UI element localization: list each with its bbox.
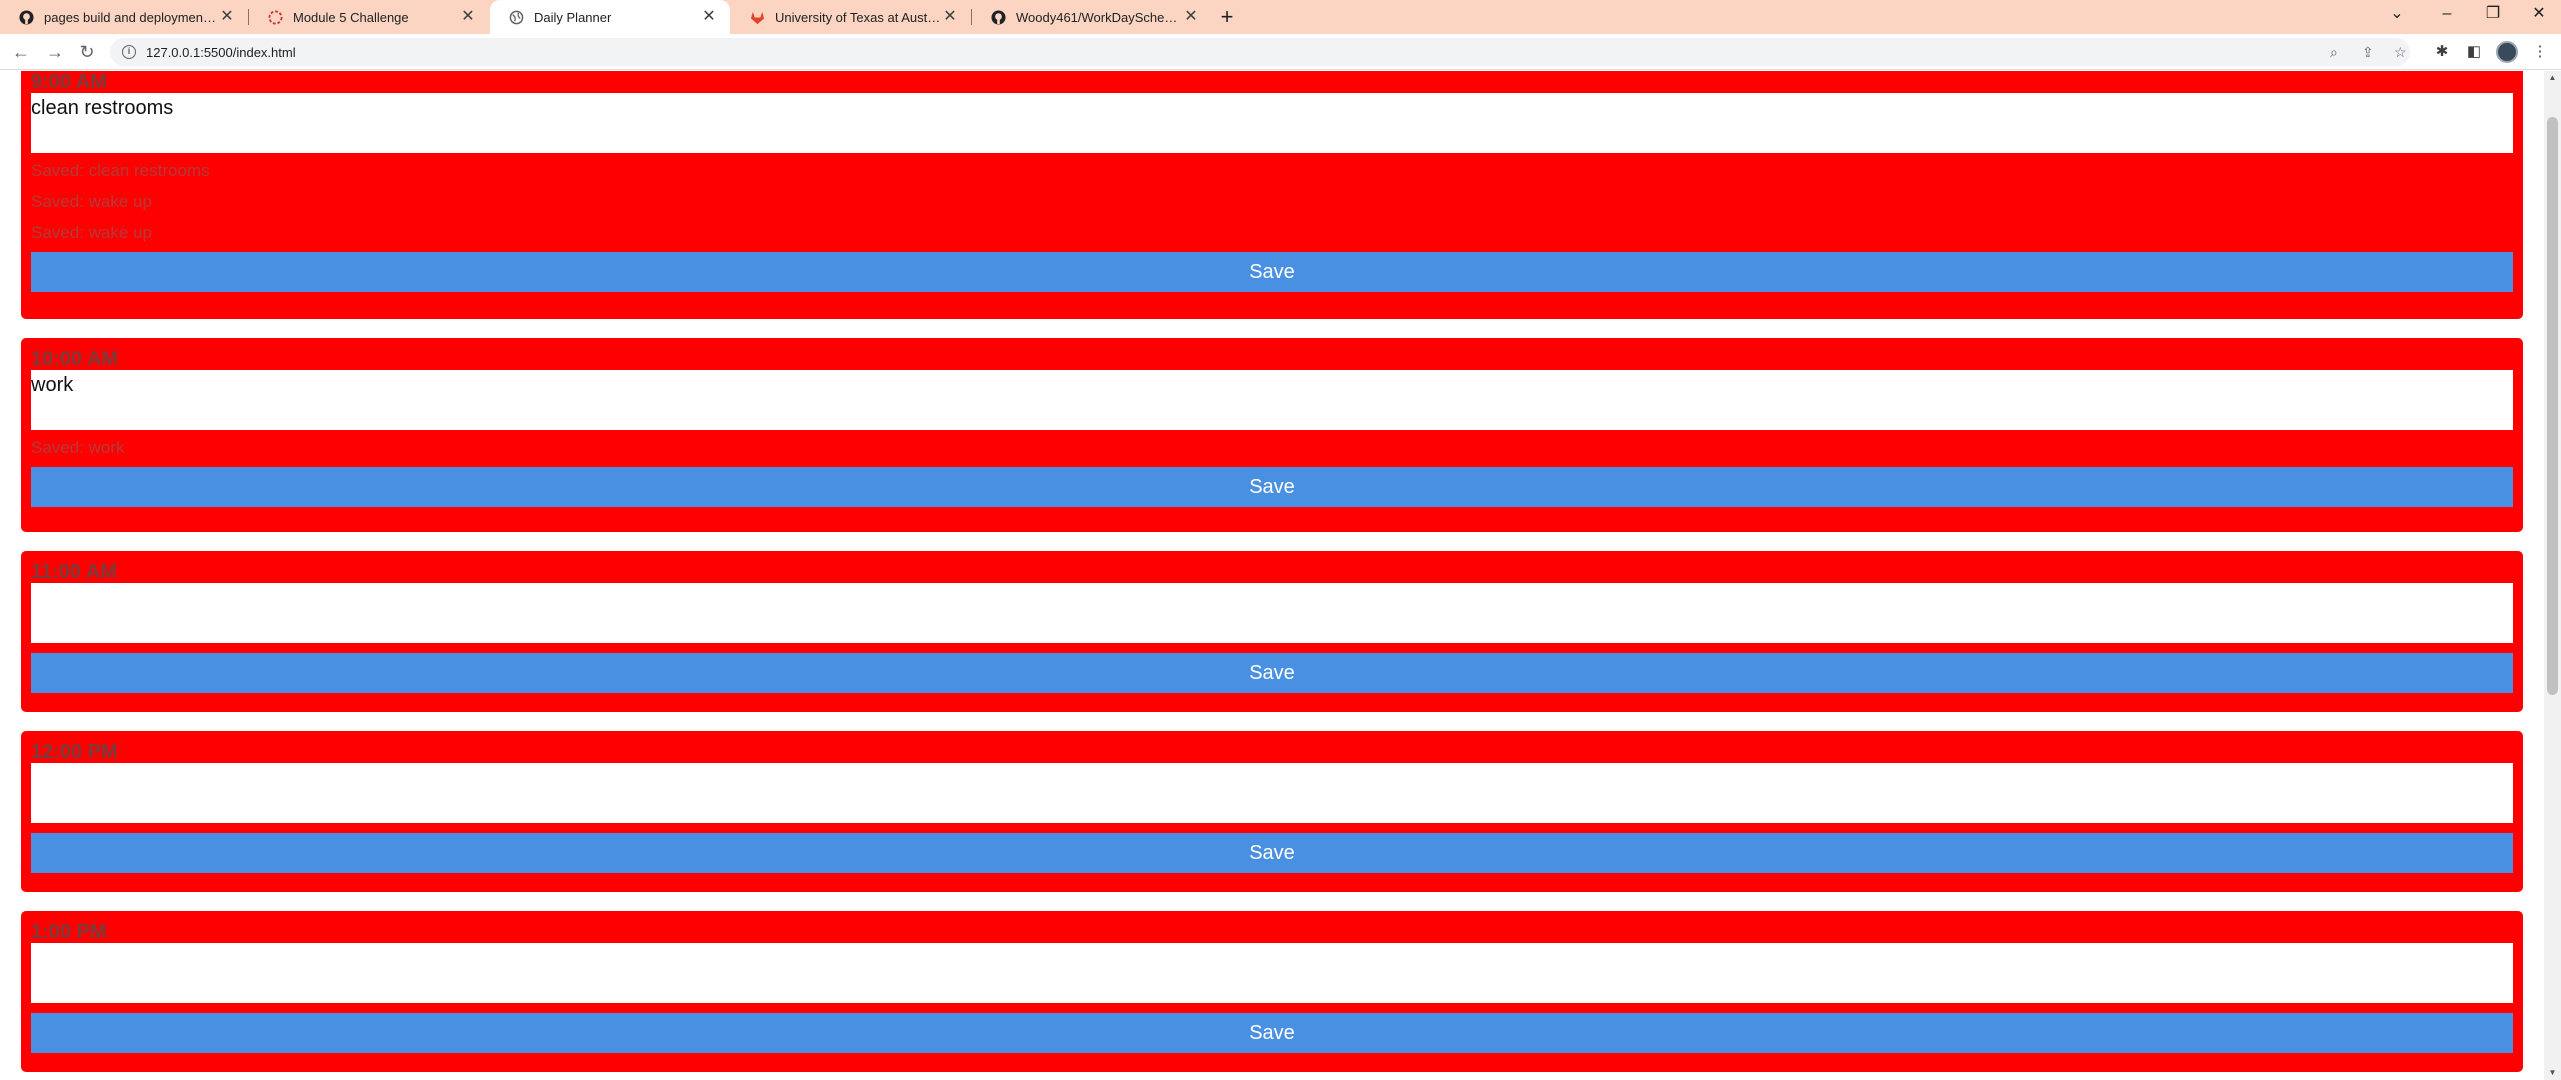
avatar[interactable] <box>2496 41 2518 63</box>
bookmark-star-icon[interactable]: ☆ <box>2394 38 2407 66</box>
share-icon[interactable]: ⇪ <box>2362 38 2374 66</box>
tab-strip: pages build and deployment · W ✕ Module … <box>0 0 2561 34</box>
saved-entry: Saved: clean restrooms <box>31 161 210 180</box>
gitlab-icon <box>749 9 765 25</box>
page-viewport: 9:00 AM clean restrooms Saved: clean res… <box>0 71 2544 1080</box>
new-tab-button[interactable]: + <box>1214 4 1240 30</box>
saved-entries: Saved: clean restrooms Saved: wake up Sa… <box>31 153 2513 248</box>
scrollbar-thumb[interactable] <box>2547 117 2558 695</box>
scroll-up-icon[interactable]: ▲ <box>2544 71 2561 85</box>
reload-icon[interactable]: ↻ <box>74 39 100 65</box>
hour-label: 12:00 PM <box>31 741 118 763</box>
close-window-icon[interactable]: ✕ <box>2516 0 2561 30</box>
hour-label: 1:00 PM <box>31 921 107 943</box>
url-text[interactable]: 127.0.0.1:5500/index.html <box>146 45 296 60</box>
save-button[interactable]: Save <box>31 833 2513 873</box>
time-block-10am: 10:00 AM work Saved: work Save <box>21 338 2523 532</box>
github-icon <box>990 9 1006 25</box>
tab-search-icon[interactable]: ⌄ <box>2374 0 2420 30</box>
close-icon[interactable]: ✕ <box>1182 8 1200 26</box>
zoom-icon[interactable]: ⌕ <box>2330 38 2338 66</box>
minimize-icon[interactable]: – <box>2424 0 2470 30</box>
time-block-1pm: 1:00 PM Save <box>21 911 2523 1072</box>
tab-daily-planner[interactable]: Daily Planner ✕ <box>490 0 730 34</box>
close-icon[interactable]: ✕ <box>218 8 236 26</box>
save-button[interactable]: Save <box>31 653 2513 693</box>
tab-ut-austin[interactable]: University of Texas at Austin / UT ✕ <box>731 0 971 34</box>
save-button[interactable]: Save <box>31 467 2513 507</box>
task-input[interactable] <box>31 583 2513 643</box>
tab-module-5[interactable]: Module 5 Challenge ✕ <box>249 0 489 34</box>
task-input[interactable] <box>31 763 2513 823</box>
canvas-icon <box>267 9 283 25</box>
extensions-icon[interactable]: ✱ <box>2430 40 2454 64</box>
tab-title: Daily Planner <box>534 9 612 25</box>
tab-title: pages build and deployment · W <box>44 9 218 25</box>
globe-icon <box>508 9 524 25</box>
time-block-9am: 9:00 AM clean restrooms Saved: clean res… <box>21 71 2523 319</box>
back-icon[interactable]: ← <box>8 39 34 65</box>
saved-entries: Saved: work <box>31 430 2513 463</box>
site-info-icon[interactable]: i <box>122 45 136 59</box>
browser-toolbar: ← → ↻ i 127.0.0.1:5500/index.html ⌕ ⇪ ☆ … <box>0 34 2561 70</box>
task-input[interactable] <box>31 943 2513 1003</box>
github-icon <box>18 9 34 25</box>
close-icon[interactable]: ✕ <box>459 8 477 26</box>
tab-title: Woody461/WorkDayScheduler <box>1016 9 1182 25</box>
restore-icon[interactable]: ❐ <box>2470 0 2516 30</box>
tab-title: University of Texas at Austin / UT <box>775 9 941 25</box>
address-bar[interactable]: i 127.0.0.1:5500/index.html ⌕ ⇪ ☆ <box>110 38 2410 66</box>
hour-label: 11:00 AM <box>31 561 117 583</box>
saved-entry: Saved: wake up <box>31 223 152 242</box>
task-input[interactable]: clean restrooms <box>31 93 2513 153</box>
forward-icon[interactable]: → <box>42 39 68 65</box>
save-button[interactable]: Save <box>31 1013 2513 1053</box>
time-block-12pm: 12:00 PM Save <box>21 731 2523 892</box>
menu-icon[interactable]: ⋮ <box>2528 40 2552 64</box>
saved-entry: Saved: wake up <box>31 192 152 211</box>
scroll-down-icon[interactable]: ▼ <box>2544 1066 2561 1080</box>
side-panel-icon[interactable]: ◧ <box>2462 40 2486 64</box>
save-button[interactable]: Save <box>31 252 2513 292</box>
tab-pages-build[interactable]: pages build and deployment · W ✕ <box>0 0 248 34</box>
saved-entry: Saved: work <box>31 438 125 457</box>
hour-label: 9:00 AM <box>31 71 107 93</box>
time-block-11am: 11:00 AM Save <box>21 551 2523 712</box>
hour-label: 10:00 AM <box>31 348 119 370</box>
vertical-scrollbar[interactable]: ▲ ▼ <box>2544 71 2561 1080</box>
tab-title: Module 5 Challenge <box>293 9 409 25</box>
close-icon[interactable]: ✕ <box>941 8 959 26</box>
close-icon[interactable]: ✕ <box>700 8 718 26</box>
task-input[interactable]: work <box>31 370 2513 430</box>
tab-workday-scheduler[interactable]: Woody461/WorkDayScheduler ✕ <box>972 0 1212 34</box>
